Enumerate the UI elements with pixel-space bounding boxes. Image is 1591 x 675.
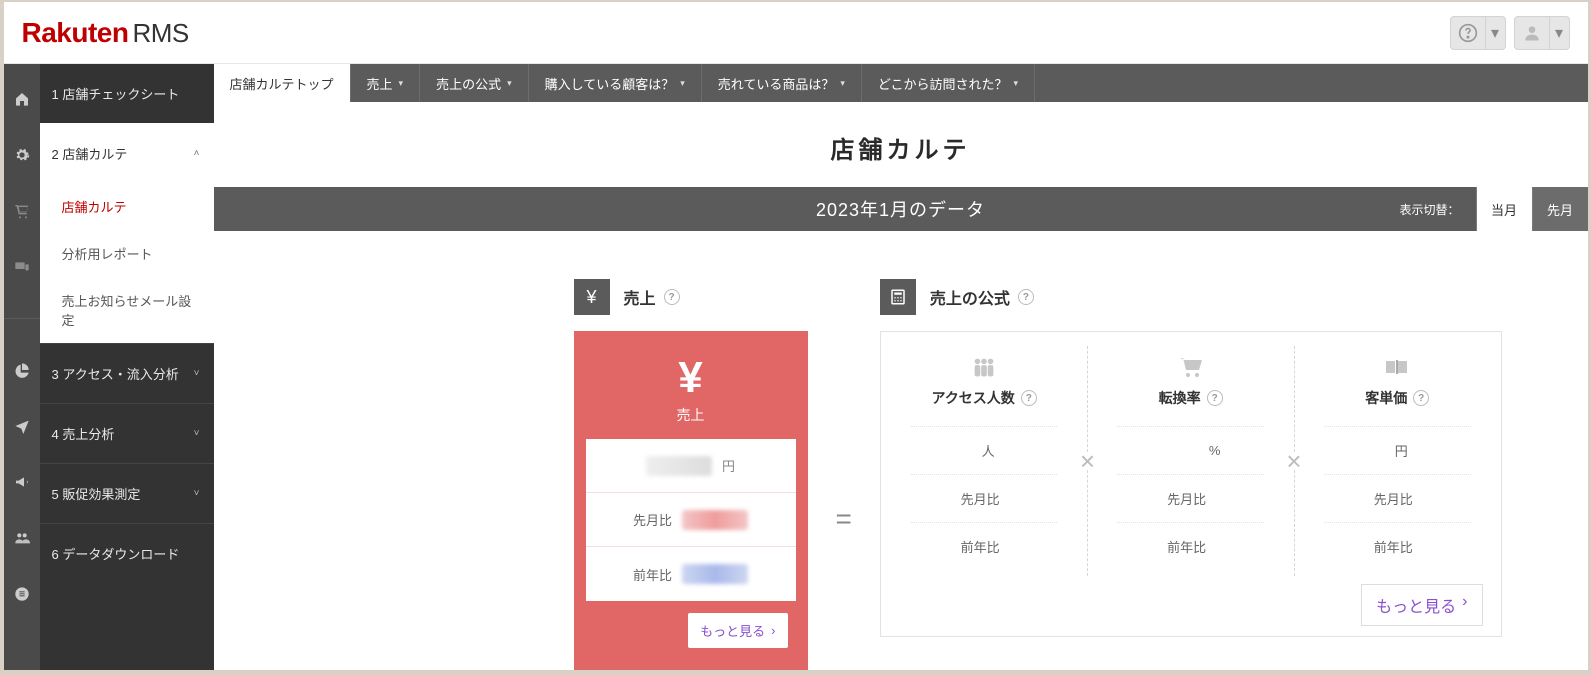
sales-heading: 売上 <box>624 285 656 309</box>
chevron-down-icon: ▾ <box>840 78 845 89</box>
sidebar-item-label: 3 アクセス・流入分析 <box>52 364 179 383</box>
sales-hero-label: 売上 <box>586 405 796 425</box>
page-title: 店舗カルテ <box>214 102 1588 187</box>
yen-icon: ¥ <box>574 279 610 315</box>
sales-block: ¥ 売上? ¥ 売上 円 先月比 前年比 <box>574 279 808 670</box>
tab-sales[interactable]: 売上▾ <box>351 64 421 102</box>
chevron-down-icon: ▾ <box>399 78 404 89</box>
people-icon[interactable] <box>4 525 40 551</box>
sales-value-row: 円 <box>586 439 796 493</box>
help-icon[interactable]: ? <box>1021 390 1037 406</box>
sidebar-sub-karte[interactable]: 店舗カルテ <box>40 183 214 230</box>
period-current-button[interactable]: 当月 <box>1476 187 1532 231</box>
help-icon[interactable]: ? <box>1018 289 1034 305</box>
icon-rail <box>4 64 40 670</box>
plane-icon[interactable] <box>4 413 40 439</box>
formula-heading: 売上の公式 <box>930 285 1010 309</box>
topbar: RakutenRMS ▾ ▾ <box>4 2 1588 64</box>
user-icon <box>1515 16 1549 50</box>
chevron-down-icon: ▾ <box>1549 17 1569 49</box>
metric-conversion: 転換率? % 先月比 前年比 <box>1101 346 1280 576</box>
formula-card: アクセス人数? 人 先月比 前年比 × 転換率? % <box>880 331 1502 637</box>
metric-aov: 客単価? 円 先月比 前年比 <box>1308 346 1487 576</box>
sidebar-item-access[interactable]: 3 アクセス・流入分析 ˅ <box>40 343 214 403</box>
sidebar-item-label: 2 店舗カルテ <box>52 144 128 163</box>
chevron-down-icon: ▾ <box>680 78 685 89</box>
cart-icon[interactable] <box>4 198 40 224</box>
sidebar-item-label: 5 販促効果測定 <box>52 484 141 503</box>
people-icon <box>911 352 1058 382</box>
metric-access: アクセス人数? 人 先月比 前年比 <box>895 346 1074 576</box>
formula-block: 売上の公式? アクセス人数? 人 先月比 前年比 <box>880 279 1502 637</box>
brand-name: Rakuten <box>22 17 129 48</box>
multiply-icon: × <box>1280 346 1308 576</box>
brand-logo: RakutenRMS <box>22 17 189 49</box>
help-icon[interactable]: ? <box>1207 390 1223 406</box>
sidebar-item-promo[interactable]: 5 販促効果測定 ˅ <box>40 463 214 523</box>
chevron-up-icon: ˄ <box>194 148 200 159</box>
redacted-value <box>646 456 712 476</box>
chevron-right-icon: › <box>1462 593 1467 617</box>
redacted-value <box>682 564 748 584</box>
switch-label: 表示切替： <box>1399 201 1459 218</box>
sidebar-item-download[interactable]: 6 データダウンロード <box>40 523 214 583</box>
sidebar-item-label: 6 データダウンロード <box>52 544 180 563</box>
chevron-right-icon: › <box>771 623 775 638</box>
tab-formula[interactable]: 売上の公式▾ <box>420 64 529 102</box>
equals-icon: = <box>836 503 852 535</box>
tab-referrer[interactable]: どこから訪問された？▾ <box>862 64 1035 102</box>
formula-more-link[interactable]: もっと見る› <box>1361 584 1482 626</box>
sidebar-item-label: 1 店舗チェックシート <box>52 84 180 103</box>
home-icon[interactable] <box>4 86 40 112</box>
brand-suffix: RMS <box>132 18 188 48</box>
sidebar-item-sales[interactable]: 4 売上分析 ˅ <box>40 403 214 463</box>
chevron-down-icon: ˅ <box>194 428 200 439</box>
sidebar-sub-report[interactable]: 分析用レポート <box>40 230 214 277</box>
books-icon <box>1324 352 1471 382</box>
list-icon[interactable] <box>4 581 40 607</box>
multiply-icon: × <box>1073 346 1101 576</box>
sidebar-item-checksheet[interactable]: 1 店舗チェックシート <box>40 64 214 123</box>
help-button[interactable]: ▾ <box>1450 16 1506 50</box>
help-icon <box>1451 16 1485 50</box>
period-switch: 当月 先月 <box>1476 187 1588 231</box>
chevron-down-icon: ˅ <box>194 368 200 379</box>
period-prev-button[interactable]: 先月 <box>1532 187 1588 231</box>
help-icon[interactable]: ? <box>664 289 680 305</box>
redacted-value <box>682 510 748 530</box>
tab-products[interactable]: 売れている商品は？▾ <box>702 64 862 102</box>
chevron-down-icon: ˅ <box>194 488 200 499</box>
sidebar-submenu: 店舗カルテ 分析用レポート 売上お知らせメール設定 <box>40 183 214 343</box>
tab-customers[interactable]: 購入している顧客は？▾ <box>529 64 702 102</box>
megaphone-icon[interactable] <box>4 469 40 495</box>
sales-card: ¥ 売上 円 先月比 前年比 もっと見る› <box>574 331 808 670</box>
sales-more-link[interactable]: もっと見る› <box>688 613 787 648</box>
help-icon[interactable]: ? <box>1413 390 1429 406</box>
tabs: 店舗カルテトップ 売上▾ 売上の公式▾ 購入している顧客は？▾ 売れている商品は… <box>214 64 1588 102</box>
main-content: 店舗カルテトップ 売上▾ 売上の公式▾ 購入している顧客は？▾ 売れている商品は… <box>214 64 1588 670</box>
period-bar: 2023年1月のデータ 表示切替： 当月 先月 <box>214 187 1588 231</box>
user-button[interactable]: ▾ <box>1514 16 1570 50</box>
yen-large-icon: ¥ <box>586 353 796 403</box>
calculator-icon <box>880 279 916 315</box>
period-text: 2023年1月のデータ <box>816 196 985 222</box>
cart-icon <box>1117 352 1264 382</box>
chevron-down-icon: ▾ <box>1485 17 1505 49</box>
pie-icon[interactable] <box>4 357 40 383</box>
sidebar-sub-mail[interactable]: 売上お知らせメール設定 <box>40 277 214 343</box>
sidebar-item-karte[interactable]: 2 店舗カルテ ˄ <box>40 123 214 183</box>
sidebar-item-label: 4 売上分析 <box>52 424 115 443</box>
gear-icon[interactable] <box>4 142 40 168</box>
sidebar: 1 店舗チェックシート 2 店舗カルテ ˄ 店舗カルテ 分析用レポート 売上お知… <box>40 64 214 670</box>
tab-karte-top[interactable]: 店舗カルテトップ <box>214 64 351 102</box>
chevron-down-icon: ▾ <box>1014 78 1019 89</box>
devices-icon[interactable] <box>4 254 40 280</box>
sales-prevmonth-row: 先月比 <box>586 493 796 547</box>
sales-prevyear-row: 前年比 <box>586 547 796 601</box>
chevron-down-icon: ▾ <box>507 78 512 89</box>
